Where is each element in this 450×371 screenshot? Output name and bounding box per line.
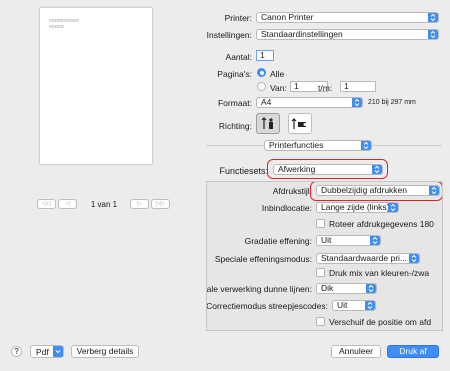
instellingen-select[interactable]: Standaardinstellingen [256, 29, 439, 40]
van-label: Van: [270, 83, 287, 93]
roteer-checkbox[interactable] [316, 219, 325, 228]
prev-page-icon: ◁ [65, 201, 70, 207]
verschuif-checkbox[interactable] [316, 317, 325, 326]
chevron-updown-icon [366, 284, 376, 293]
chevron-updown-icon [361, 141, 371, 150]
section-select[interactable]: Printerfuncties [264, 140, 372, 151]
chevron-updown-icon [428, 30, 438, 39]
settings-panel: Afdrukstijl: Dubbelzijdig afdrukken Inbi… [206, 181, 443, 331]
gradatie-select[interactable]: Uit [316, 235, 381, 246]
chevron-updown-icon [372, 165, 382, 174]
landscape-orientation-icon [291, 118, 307, 129]
chevron-updown-icon [409, 254, 419, 263]
drukmix-label: Druk mix van kleuren-/zwa [329, 268, 430, 278]
hide-details-button[interactable]: Verberg details [71, 345, 139, 358]
afdrukstijl-select[interactable]: Dubbelzijdig afdrukken [316, 185, 440, 196]
afdrukstijl-value: Dubbelzijdig afdrukken [321, 185, 407, 195]
last-page-button[interactable]: ▷▷ [151, 199, 170, 209]
tm-label: t/m: [318, 83, 333, 93]
chevron-updown-icon [352, 98, 362, 107]
formaat-value: A4 [261, 97, 272, 107]
speciale-value: Standaardwaarde pri... [321, 253, 407, 263]
dunne-lijnen-select[interactable]: Dik [316, 283, 377, 294]
radio-van[interactable] [257, 82, 266, 91]
alle-label: Alle [270, 69, 285, 79]
instellingen-value: Standaardinstellingen [261, 29, 343, 39]
page-counter: 1 van 1 [90, 200, 118, 209]
help-icon: ? [14, 347, 19, 356]
chevron-updown-icon [429, 186, 439, 195]
gradatie-label: Gradatie effening: [244, 236, 312, 246]
correctie-value: Uit [337, 300, 348, 310]
gradatie-value: Uit [321, 235, 332, 245]
correctie-label: Correctiemodus streepjescodes: [206, 301, 328, 311]
orientation-landscape-button[interactable] [288, 113, 312, 134]
cancel-button[interactable]: Annuleer [331, 345, 381, 358]
first-page-button[interactable]: ◁◁ [37, 199, 56, 209]
inbindlocatie-select[interactable]: Lange zijde (links) [316, 202, 399, 213]
functiesets-value: Afwerking [278, 164, 316, 174]
next-page-button[interactable]: ▷ [130, 199, 149, 209]
dunne-lijnen-value: Dik [321, 283, 334, 293]
functiesets-select[interactable]: Afwerking [273, 164, 383, 175]
aantal-input[interactable]: 1 [256, 50, 274, 61]
portrait-orientation-icon [261, 117, 273, 129]
pdf-label: Pdf [36, 347, 49, 357]
pdf-menu-button[interactable]: Pdf [30, 345, 64, 358]
formaat-select[interactable]: A4 [256, 97, 363, 108]
printer-label: Printer: [224, 13, 252, 23]
chevron-updown-icon [428, 13, 438, 22]
roteer-label: Roteer afdrukgegevens 180 [329, 219, 434, 229]
radio-alle[interactable] [257, 68, 266, 77]
inbindlocatie-value: Lange zijde (links) [321, 202, 390, 212]
next-page-icon: ▷ [137, 201, 142, 207]
printer-value: Canon Printer [261, 12, 314, 22]
printer-select[interactable]: Canon Printer [256, 12, 439, 23]
paginas-label: Pagina's: [217, 69, 252, 79]
last-page-icon: ▷▷ [155, 201, 166, 207]
speciale-select[interactable]: Standaardwaarde pri... [316, 253, 420, 264]
drukmix-checkbox[interactable] [316, 268, 325, 277]
afdrukstijl-label: Afdrukstijl: [272, 186, 312, 196]
richting-label: Richting: [218, 121, 252, 131]
section-value: Printerfuncties [269, 140, 324, 150]
page-preview: oooooooooo ooooo [40, 8, 152, 164]
chevron-updown-icon [365, 301, 375, 310]
help-button[interactable]: ? [11, 346, 22, 357]
preview-text-line-2: ooooo [49, 24, 64, 30]
correctie-select[interactable]: Uit [332, 300, 376, 311]
prev-page-button[interactable]: ◁ [58, 199, 77, 209]
verschuif-label: Verschuif de positie om afd [329, 317, 432, 327]
first-page-icon: ◁◁ [41, 201, 52, 207]
inbindlocatie-label: Inbindlocatie: [261, 203, 312, 213]
chevron-down-icon [53, 346, 63, 357]
functiesets-label: Functiesets: [219, 166, 268, 176]
chevron-updown-icon [388, 203, 398, 212]
chevron-updown-icon [370, 236, 380, 245]
aantal-label: Aantal: [225, 52, 252, 62]
speciale-label: Speciale effeningsmodus: [214, 254, 312, 264]
formaat-dimensions: 210 bij 297 mm [368, 99, 416, 106]
tm-input[interactable]: 1 [340, 81, 376, 92]
orientation-portrait-button[interactable] [256, 113, 280, 134]
instellingen-label: Instellingen: [206, 30, 252, 40]
dunne-lijnen-label: Speciale verwerking dunne lijnen: [206, 284, 312, 294]
formaat-label: Formaat: [217, 98, 252, 108]
print-button[interactable]: Druk af [387, 345, 439, 358]
